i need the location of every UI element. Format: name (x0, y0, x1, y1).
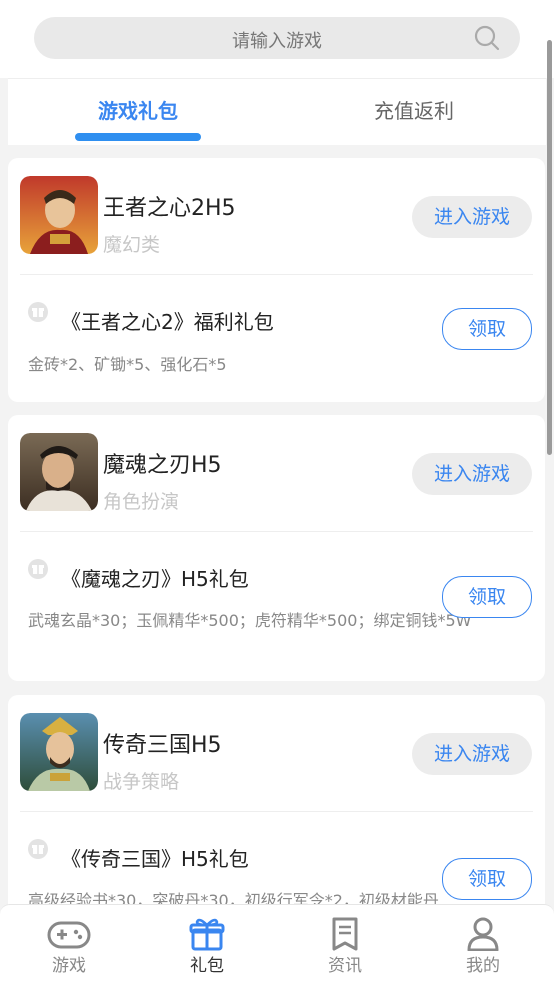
game-card: 王者之心2H5 魔幻类 进入游戏 《王者之心2》福利礼包 金砖*2、矿锄*5、强… (8, 158, 545, 402)
tab-game-gifts[interactable]: 游戏礼包 (98, 95, 178, 124)
search-input[interactable]: 请输入游戏 (34, 17, 520, 59)
tab-indicator (75, 133, 201, 141)
nav-label: 游戏 (52, 956, 86, 976)
game-category: 魔幻类 (103, 234, 161, 256)
game-card: 魔魂之刃H5 角色扮演 进入游戏 《魔魂之刃》H5礼包 武魂玄晶*30；玉佩精华… (8, 415, 545, 681)
game-title: 魔魂之刃H5 (103, 453, 222, 478)
enter-game-button[interactable]: 进入游戏 (412, 733, 532, 775)
nav-item-games[interactable]: 游戏 (0, 905, 138, 986)
game-thumbnail[interactable] (20, 433, 98, 511)
gift-icon (28, 839, 48, 859)
news-icon (332, 917, 358, 951)
gift-icon (28, 302, 48, 322)
tab-recharge-rebate[interactable]: 充值返利 (374, 95, 454, 124)
tab-bar: 游戏礼包 充值返利 (8, 78, 546, 145)
search-icon[interactable] (474, 25, 500, 51)
game-row: 传奇三国H5 战争策略 进入游戏 (8, 695, 545, 811)
game-category: 战争策略 (103, 771, 180, 793)
game-thumbnail[interactable] (20, 713, 98, 791)
gift-title: 《魔魂之刃》H5礼包 (61, 567, 249, 591)
user-icon (467, 917, 499, 951)
gift-title: 《传奇三国》H5礼包 (61, 847, 249, 871)
gift-description: 金砖*2、矿锄*5、强化石*5 (28, 355, 227, 374)
nav-item-profile[interactable]: 我的 (414, 905, 552, 986)
gift-description: 武魂玄晶*30；玉佩精华*500；虎符精华*500；绑定铜钱*5W (28, 611, 472, 630)
nav-label: 我的 (466, 956, 500, 976)
game-row: 王者之心2H5 魔幻类 进入游戏 (8, 158, 545, 274)
divider (20, 274, 533, 275)
claim-button[interactable]: 领取 (442, 858, 532, 900)
search-placeholder: 请输入游戏 (232, 31, 322, 52)
claim-button[interactable]: 领取 (442, 576, 532, 618)
gamepad-icon (47, 921, 91, 949)
bottom-nav: 游戏 礼包 资讯 我的 (0, 904, 554, 986)
divider (20, 811, 533, 812)
nav-item-news[interactable]: 资讯 (276, 905, 414, 986)
game-card: 传奇三国H5 战争策略 进入游戏 《传奇三国》H5礼包 高级经验书*30，突破丹… (8, 695, 545, 935)
game-row: 魔魂之刃H5 角色扮演 进入游戏 (8, 415, 545, 531)
gift-title: 《王者之心2》福利礼包 (61, 310, 274, 334)
game-title: 王者之心2H5 (103, 196, 236, 221)
nav-label: 礼包 (190, 956, 224, 976)
nav-item-gifts[interactable]: 礼包 (138, 905, 276, 986)
game-thumbnail[interactable] (20, 176, 98, 254)
scrollbar[interactable] (547, 40, 552, 455)
gift-icon (28, 559, 48, 579)
divider (20, 531, 533, 532)
claim-button[interactable]: 领取 (442, 308, 532, 350)
gift-icon (189, 918, 225, 951)
enter-game-button[interactable]: 进入游戏 (412, 453, 532, 495)
game-category: 角色扮演 (103, 491, 180, 513)
game-title: 传奇三国H5 (103, 733, 222, 758)
nav-label: 资讯 (328, 956, 362, 976)
top-bar: 请输入游戏 (0, 0, 554, 78)
enter-game-button[interactable]: 进入游戏 (412, 196, 532, 238)
